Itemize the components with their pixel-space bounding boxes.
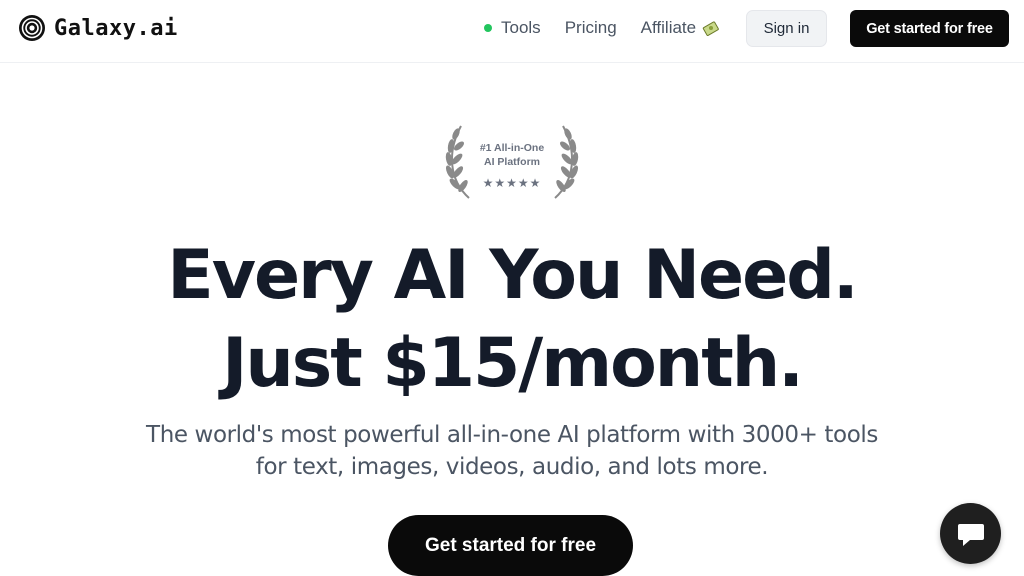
- hero-subtitle-line-2: for text, images, videos, audio, and lot…: [255, 454, 769, 480]
- logo-link[interactable]: Galaxy.ai: [18, 14, 178, 42]
- chat-widget-button[interactable]: [940, 503, 1001, 564]
- sign-in-button[interactable]: Sign in: [746, 10, 827, 47]
- nav-tools[interactable]: Tools: [484, 18, 541, 38]
- hero-title-line-2: Just $15/month.: [222, 324, 804, 403]
- money-icon: [702, 21, 719, 36]
- hero-subtitle: The world's most powerful all-in-one AI …: [0, 419, 1024, 483]
- nav-pricing-label: Pricing: [564, 18, 617, 37]
- galaxy-spiral-icon: [19, 15, 45, 41]
- header-get-started-button[interactable]: Get started for free: [850, 10, 1009, 47]
- hero-get-started-button[interactable]: Get started for free: [388, 515, 633, 576]
- award-badge: #1 All-in-One AI Platform ★★★★★: [443, 122, 581, 202]
- nav-affiliate-label: Affiliate: [640, 18, 697, 37]
- status-dot: [484, 24, 492, 32]
- hero-subtitle-line-1: The world's most powerful all-in-one AI …: [146, 422, 878, 448]
- nav-pricing[interactable]: Pricing: [565, 18, 617, 38]
- award-line-1: #1 All-in-One: [479, 142, 545, 154]
- chat-bubble-icon: [957, 523, 984, 546]
- nav-affiliate[interactable]: Affiliate: [641, 18, 720, 38]
- nav-tools-label: Tools: [501, 18, 541, 37]
- top-nav-bar: Galaxy.ai Tools Pricing Affiliate Sign i…: [0, 0, 1024, 63]
- logo-text: Galaxy.ai: [54, 15, 178, 41]
- hero-title-line-1: Every AI You Need.: [167, 236, 858, 315]
- main-nav: Tools Pricing Affiliate: [484, 18, 720, 38]
- award-stars: ★★★★★: [482, 176, 542, 190]
- hero-title: Every AI You Need. Just $15/month.: [0, 232, 1024, 408]
- award-line-2: AI Platform: [483, 156, 540, 168]
